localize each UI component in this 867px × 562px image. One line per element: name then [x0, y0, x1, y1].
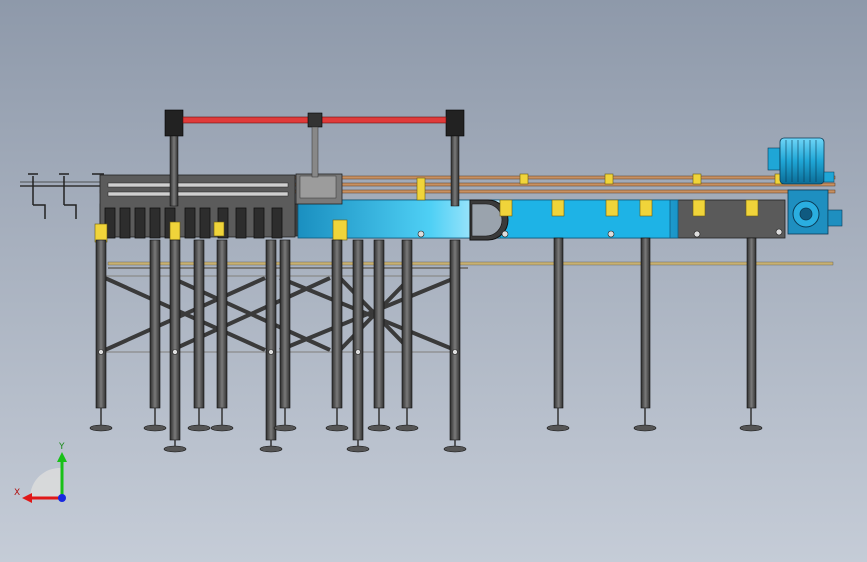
triad-x-label: X: [14, 488, 20, 498]
triad-y-label: Y: [58, 442, 65, 452]
belt-conveyor[interactable]: [297, 199, 679, 241]
cad-graphics-viewport[interactable]: Y X: [0, 0, 867, 562]
conveyor-assembly-model[interactable]: Y X: [0, 0, 867, 562]
leveling-feet: [89, 424, 763, 453]
triad-z-axis: [58, 494, 66, 502]
orientation-triad: Y X: [14, 442, 67, 503]
adjust-handwheels[interactable]: [28, 173, 104, 219]
